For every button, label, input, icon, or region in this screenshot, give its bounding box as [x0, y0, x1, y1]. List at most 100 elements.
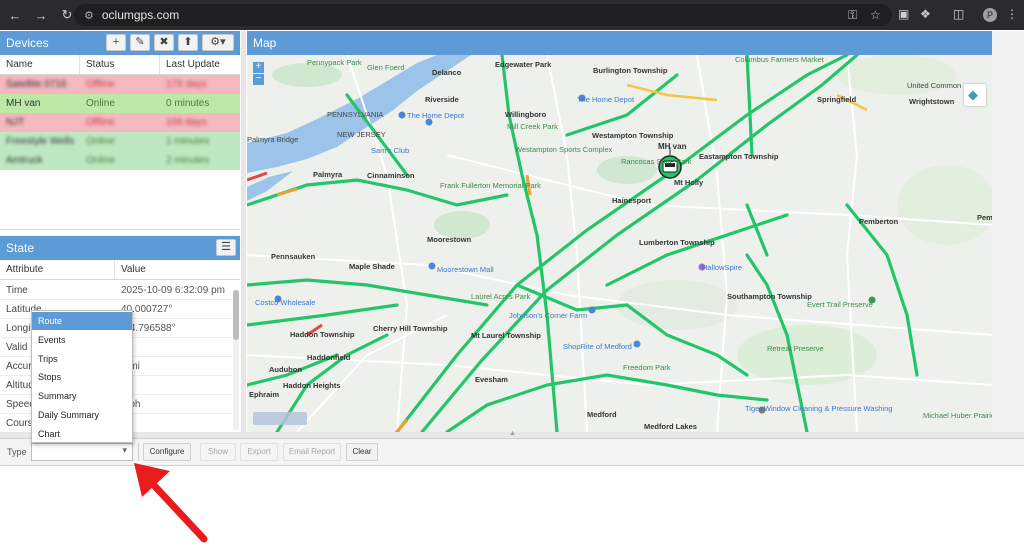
- map-place-label: Mt Laurel Township: [471, 331, 541, 340]
- layers-button[interactable]: ◆: [964, 84, 986, 106]
- col-status[interactable]: Status: [80, 55, 160, 74]
- map-place-label: Willingboro: [505, 110, 547, 119]
- map-place-label: Haddon Township: [290, 330, 355, 339]
- map-place-label: HallowSpire: [702, 263, 743, 272]
- add-device-button[interactable]: +: [106, 34, 126, 51]
- map-place-label: Lumberton Township: [639, 238, 715, 247]
- device-row[interactable]: Satellite 0716 Offline 176 days: [0, 75, 240, 94]
- sidepanel-icon[interactable]: ◫: [953, 7, 964, 21]
- report-type-select[interactable]: ▾: [31, 443, 133, 461]
- device-status: Offline: [86, 117, 115, 128]
- device-last-update: 176 days: [166, 79, 207, 90]
- map-place-label: Costco Wholesale: [255, 298, 316, 307]
- extensions-icon[interactable]: ❖: [920, 7, 931, 21]
- bookmark-star-icon[interactable]: ☆: [870, 8, 881, 22]
- map-place-label: PENNSYLVANIA: [327, 110, 384, 119]
- map-place-label: Moorestown: [427, 235, 472, 244]
- map-place-label: Johnson's Corner Farm: [509, 311, 588, 320]
- email-report-button[interactable]: Email Report: [283, 443, 341, 461]
- map-place-label: Cherry Hill Township: [373, 324, 448, 333]
- menu-kebab-icon[interactable]: ⋮: [1006, 7, 1018, 21]
- col-attribute[interactable]: Attribute: [0, 260, 115, 279]
- state-scrollbar-thumb[interactable]: [233, 290, 239, 340]
- map-title: Map: [253, 36, 277, 50]
- map-place-label: The Home Depot: [577, 95, 635, 104]
- device-status: Online: [86, 98, 115, 109]
- upload-button[interactable]: ⬆: [178, 34, 198, 51]
- state-scrollbar[interactable]: [233, 290, 239, 430]
- map-place-label: Moorestown Mall: [437, 265, 494, 274]
- dropdown-option-daily-summary[interactable]: Daily Summary: [32, 406, 132, 424]
- list-icon: ☰: [221, 241, 231, 253]
- chevron-down-icon: ▾: [122, 445, 127, 455]
- map-place-label: Hainesport: [612, 196, 652, 205]
- map-place-label: Evert Trail Preserve: [807, 300, 873, 309]
- minus-icon: −: [255, 73, 262, 84]
- edit-device-button[interactable]: ✎: [130, 34, 150, 51]
- tab-search-icon[interactable]: ▣: [898, 7, 909, 21]
- close-icon: ✖: [159, 36, 169, 48]
- state-title: State: [6, 241, 35, 255]
- browser-toolbar: ← → ↻ ⚙ oclumgps.com ⚿ ☆ ▣ ❖ ◫ P ⋮: [0, 0, 1024, 30]
- profile-avatar[interactable]: P: [983, 8, 997, 22]
- dropdown-option-route[interactable]: Route: [32, 312, 132, 330]
- address-bar[interactable]: ⚙ oclumgps.com ⚿ ☆: [74, 4, 892, 26]
- map-place-label: Springfield: [817, 95, 857, 104]
- zoom-in-button[interactable]: +: [253, 62, 264, 73]
- map-place-label: Maple Shade: [349, 262, 395, 271]
- forward-icon[interactable]: →: [30, 8, 52, 23]
- map-place-label: Glen Foerd: [367, 63, 405, 72]
- plus-icon: +: [112, 36, 120, 48]
- device-name: NJT: [6, 117, 25, 128]
- map-place-label: Audubon: [269, 365, 302, 374]
- device-last-update: 0 minutes: [166, 98, 210, 109]
- collapse-handle-icon[interactable]: ▲: [509, 430, 516, 437]
- device-last-update: 106 days: [166, 117, 207, 128]
- clear-button[interactable]: Clear: [346, 443, 378, 461]
- zoom-out-button[interactable]: −: [253, 74, 264, 85]
- site-info-icon[interactable]: ⚙: [84, 9, 94, 22]
- col-value[interactable]: Value: [115, 260, 240, 279]
- map-place-label: Southampton Township: [727, 292, 812, 301]
- state-attribute: Valid: [6, 342, 28, 353]
- export-button[interactable]: Export: [240, 443, 278, 461]
- dropdown-option-summary[interactable]: Summary: [32, 387, 132, 405]
- device-name: Amtruck: [6, 155, 43, 166]
- device-row[interactable]: Amtruck Online 2 minutes: [0, 151, 240, 170]
- state-menu-button[interactable]: ☰: [216, 239, 236, 256]
- password-key-icon[interactable]: ⚿: [848, 8, 857, 23]
- map-place-label: Medford: [587, 410, 617, 419]
- devices-column-header: Name Status Last Update: [0, 55, 240, 75]
- map-attribution: [253, 412, 307, 425]
- dropdown-option-stops[interactable]: Stops: [32, 368, 132, 386]
- map-place-label: Pemberton: [859, 217, 899, 226]
- col-last-update[interactable]: Last Update: [160, 55, 240, 74]
- map-place-label: Burlington Township: [593, 66, 668, 75]
- map-place-label: Mill Creek Park: [507, 122, 558, 131]
- map-place-label: Freedom Park: [623, 363, 671, 372]
- map-place-label: Wrightstown: [909, 97, 955, 106]
- col-name[interactable]: Name: [0, 55, 80, 74]
- dropdown-option-chart[interactable]: Chart: [32, 425, 132, 443]
- device-last-update: 2 minutes: [166, 155, 210, 166]
- map-place-label: Cinnaminson: [367, 171, 415, 180]
- vehicle-label: MH van: [658, 142, 687, 151]
- map-place-label: Michael Huber Prairie Warbler: [923, 411, 992, 420]
- device-row[interactable]: Freestyle Wells Online 1 minutes: [0, 132, 240, 151]
- device-row[interactable]: NJT Offline 106 days: [0, 113, 240, 132]
- device-name: MH van: [6, 98, 41, 109]
- vertical-splitter[interactable]: [241, 31, 246, 432]
- dropdown-option-trips[interactable]: Trips: [32, 350, 132, 368]
- settings-menu-button[interactable]: ⚙▾: [202, 34, 234, 51]
- map-place-label: Frank Fullerton Memorial Park: [440, 181, 541, 190]
- device-row[interactable]: MH van Online 0 minutes: [0, 94, 240, 113]
- map-view[interactable]: MH van Pennypack Park Glen Foerd Delanco Ed…: [247, 55, 992, 432]
- back-icon[interactable]: ←: [4, 8, 26, 23]
- state-value: 2025-10-09 6:32:09 pm: [121, 285, 225, 296]
- map-place-label: Westampton Sports Complex: [515, 145, 613, 154]
- remove-device-button[interactable]: ✖: [154, 34, 174, 51]
- device-name: Satellite 0716: [6, 79, 67, 90]
- state-column-header: Attribute Value: [0, 260, 240, 280]
- dropdown-option-events[interactable]: Events: [32, 331, 132, 349]
- map-place-label: Haddon Heights: [283, 381, 341, 390]
